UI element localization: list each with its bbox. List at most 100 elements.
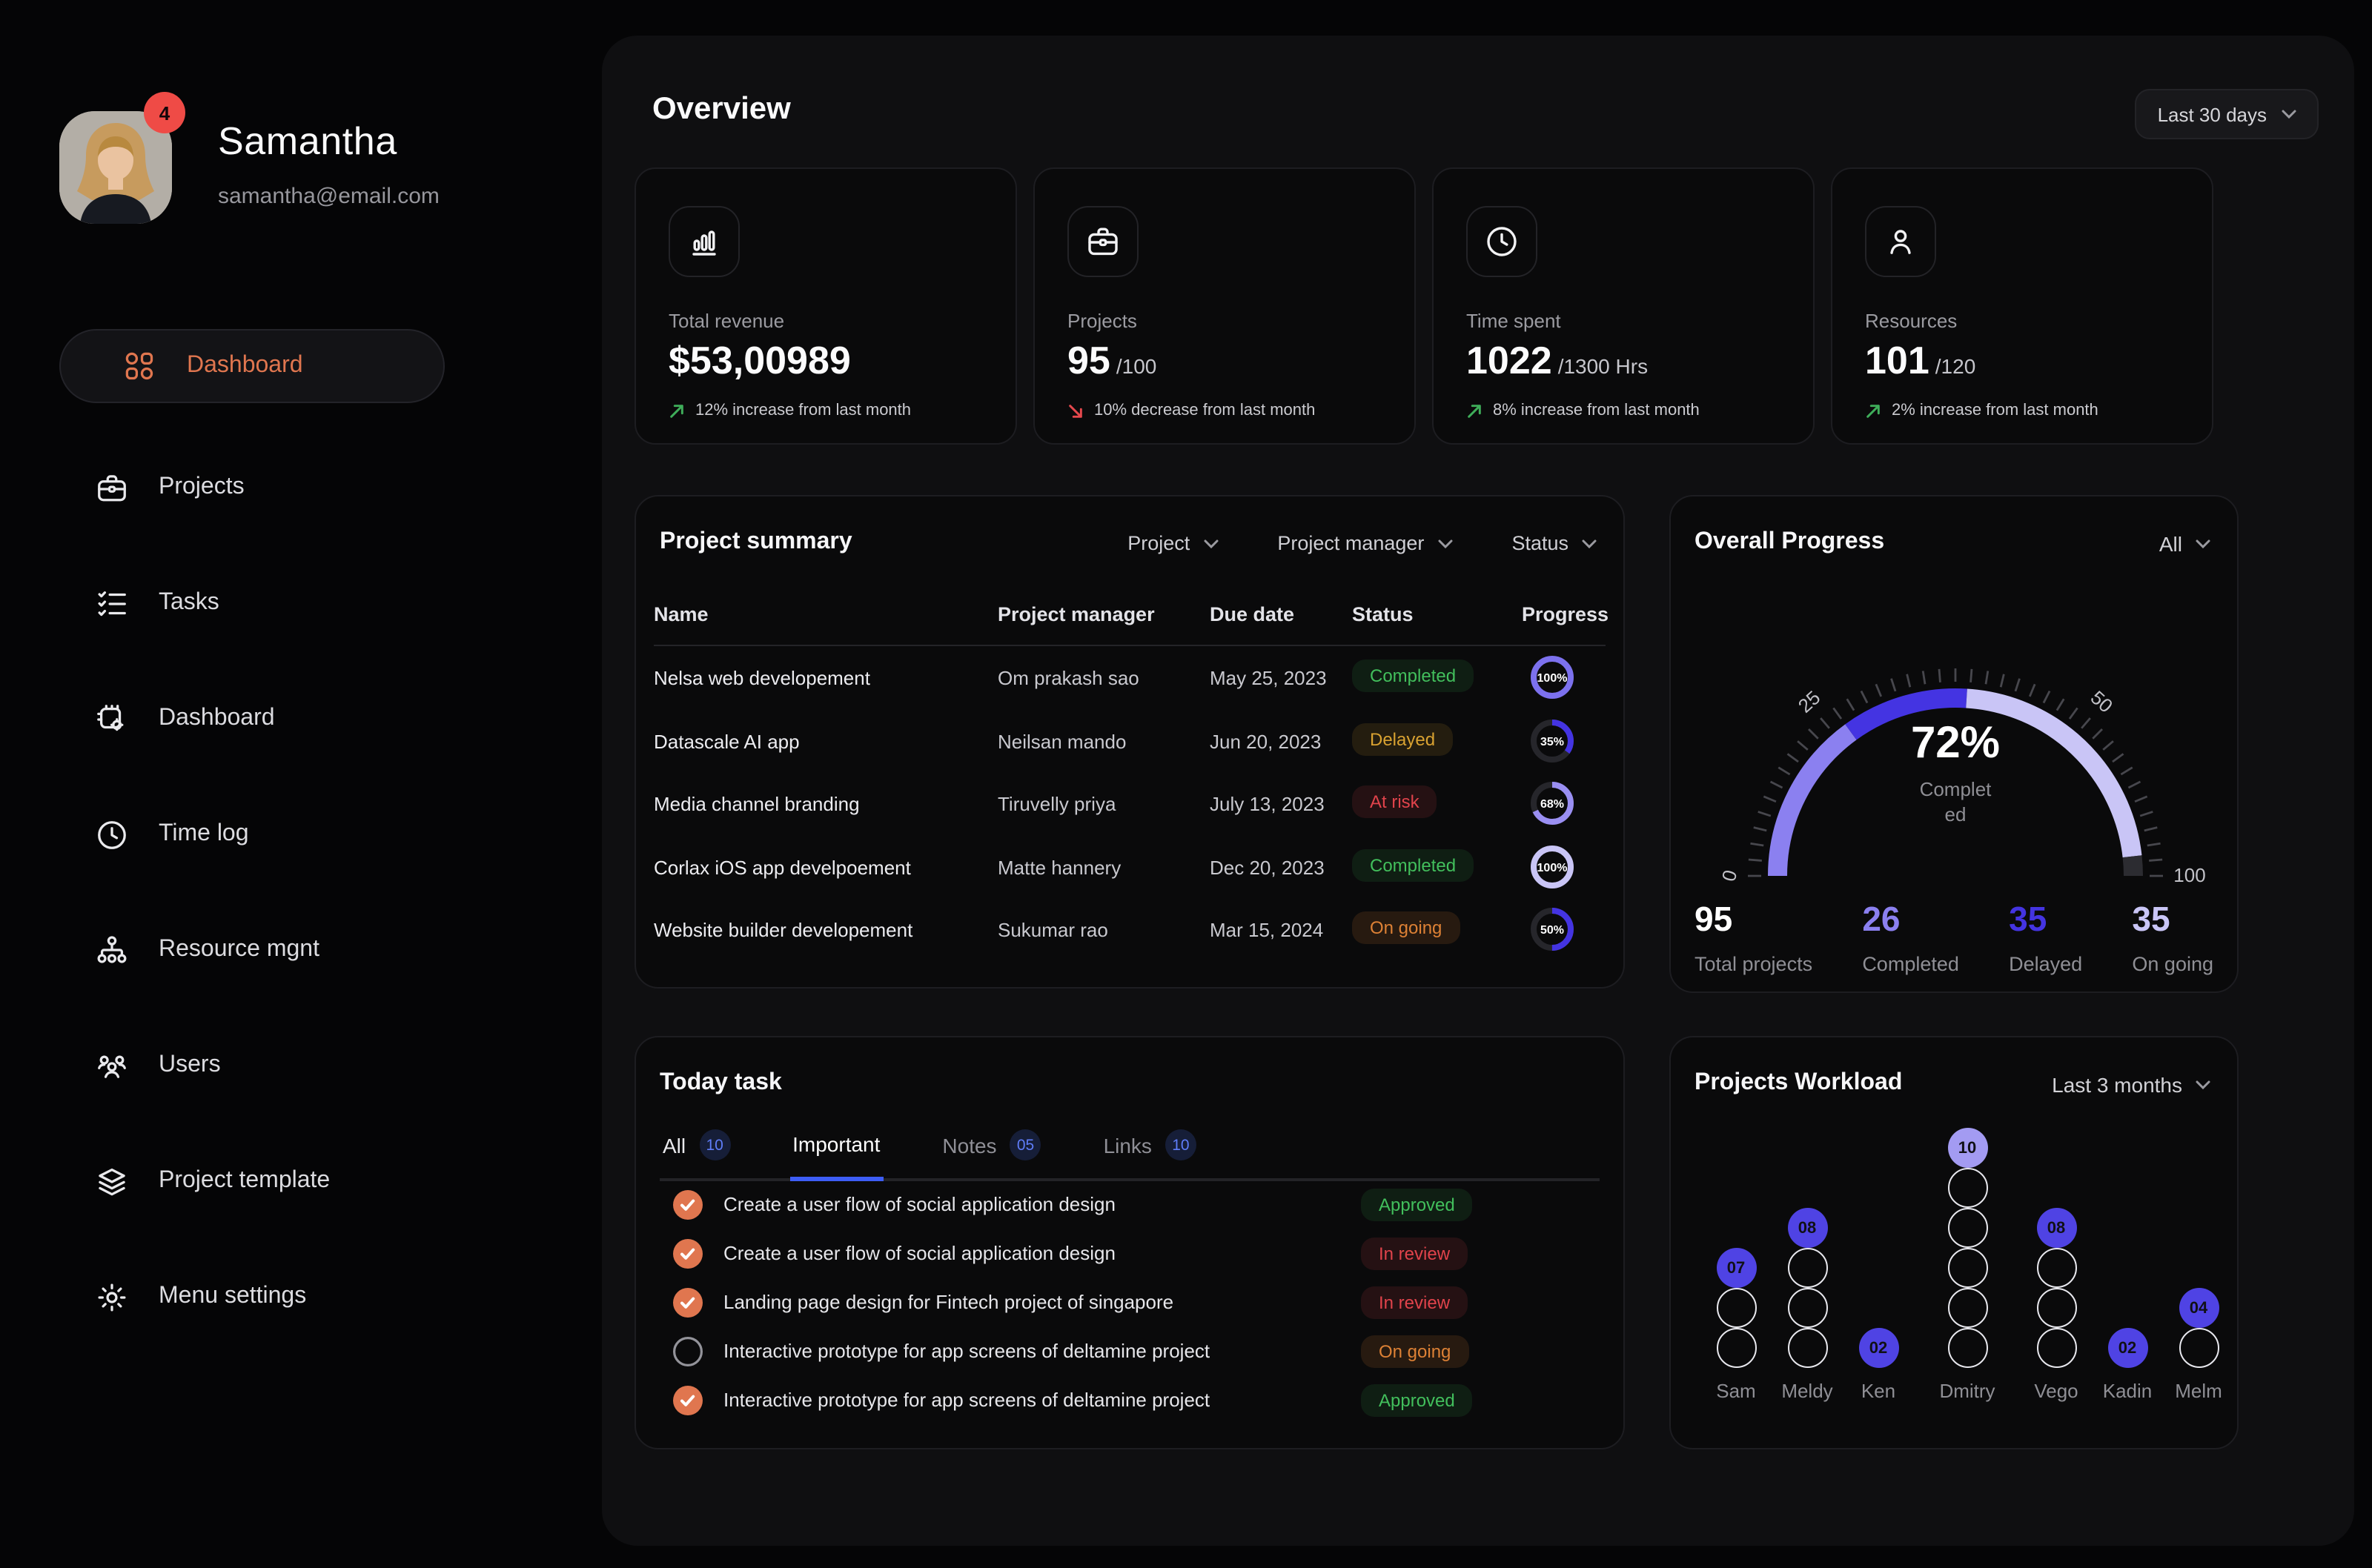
filter-project-manager[interactable]: Project manager	[1277, 532, 1452, 554]
progress-stat-label: Total projects	[1694, 953, 1812, 975]
stat-card-value: 1022/1300 Hrs	[1466, 338, 1648, 384]
table-row[interactable]: Website builder developementSukumar raoM…	[636, 899, 1623, 962]
sidebar-item-menu-settings[interactable]: Menu settings	[59, 1260, 445, 1334]
task-text: Create a user flow of social application…	[723, 1193, 1116, 1215]
column-header-progress: Progress	[1520, 603, 1609, 625]
overall-progress-panel: Overall Progress All 02550100 72% Comple…	[1669, 495, 2239, 993]
notification-badge[interactable]: 4	[144, 92, 185, 133]
stat-card-value: 101/120	[1865, 338, 1975, 384]
workload-column-vego[interactable]: 08Vego	[2012, 1208, 2101, 1433]
workload-circle	[1947, 1208, 1987, 1248]
task-row[interactable]: Interactive prototype for app screens of…	[660, 1375, 1603, 1424]
task-status-badge: In review	[1361, 1237, 1468, 1269]
progress-ring: 50%	[1528, 906, 1576, 954]
stat-card-label: Total revenue	[669, 310, 784, 332]
status-badge: Completed	[1352, 849, 1474, 882]
progress-stat-value: 35	[2132, 900, 2213, 940]
sidebar-item-dashboard[interactable]: Dashboard	[59, 682, 445, 756]
sidebar-item-resource-mgnt[interactable]: Resource mgnt	[59, 913, 445, 987]
workload-circle	[2036, 1248, 2076, 1288]
task-list: Create a user flow of social application…	[660, 1180, 1603, 1424]
progress-stat-value: 35	[2009, 900, 2082, 940]
sidebar-item-users[interactable]: Users	[59, 1029, 445, 1103]
task-row[interactable]: Interactive prototype for app screens of…	[660, 1326, 1603, 1375]
tab-label: Important	[792, 1132, 880, 1156]
workload-range-selector[interactable]: Last 3 months	[2052, 1073, 2210, 1097]
filter-status[interactable]: Status	[1511, 532, 1597, 554]
progress-ring: 35%	[1528, 717, 1576, 764]
task-row[interactable]: Landing page design for Fintech project …	[660, 1278, 1603, 1326]
column-header-name: Name	[654, 603, 709, 625]
cell-due-date: Mar 15, 2024	[1210, 920, 1323, 942]
workload-column-kadin[interactable]: 02Kadin	[2101, 1328, 2154, 1433]
workload-value-badge: 07	[1716, 1248, 1756, 1288]
overall-progress-filter[interactable]: All	[2159, 532, 2210, 556]
stat-cards: Total revenue$53,0098912% increase from …	[635, 167, 2213, 445]
stat-card-total-revenue[interactable]: Total revenue$53,0098912% increase from …	[635, 167, 1017, 445]
sidebar-item-project-template[interactable]: Project template	[59, 1144, 445, 1218]
stat-card-resources[interactable]: Resources 101/120 2% increase from last mo…	[1831, 167, 2213, 445]
tab-important[interactable]: Important	[789, 1120, 883, 1181]
progress-stat-delayed: 35 Delayed	[2009, 900, 2082, 975]
table-header: NameProject managerDue dateStatusProgres…	[636, 603, 1623, 636]
page-title: Overview	[652, 92, 791, 127]
task-checked-icon[interactable]	[672, 1286, 704, 1318]
workload-column-ken[interactable]: 02Ken	[1834, 1328, 1923, 1433]
sidebar-item-tasks[interactable]: Tasks	[59, 566, 445, 640]
workload-person-label: Ken	[1834, 1380, 1923, 1433]
tab-count-badge: 05	[1010, 1129, 1041, 1160]
task-checked-icon[interactable]	[672, 1188, 704, 1220]
gauge-scale-label: 50	[2087, 686, 2118, 717]
stat-card-change: 10% decrease from last month	[1067, 402, 1315, 419]
table-row[interactable]: Corlax iOS app develpoementMatte hannery…	[636, 836, 1623, 899]
sidebar-nav: Dashboard Projects Tasks Dashboard Time log R…	[59, 329, 445, 1375]
bar-chart-icon-box	[669, 206, 740, 277]
stat-card-label: Time spent	[1466, 310, 1561, 332]
cell-due-date: Jun 20, 2023	[1210, 730, 1321, 752]
sidebar-item-dashboard[interactable]: Dashboard	[59, 329, 445, 403]
filter-project[interactable]: Project	[1127, 532, 1218, 554]
stat-card-label: Resources	[1865, 310, 1957, 332]
clock-icon	[95, 817, 129, 851]
svg-text:68%: 68%	[1540, 798, 1564, 811]
table-body: Nelsa web developementOm prakash saoMay …	[636, 646, 1623, 962]
progress-ring-chart: 100%	[1528, 843, 1576, 891]
task-checked-icon[interactable]	[672, 1383, 704, 1416]
task-status-badge: On going	[1361, 1335, 1468, 1367]
workload-range-label: Last 3 months	[2052, 1073, 2182, 1097]
task-row[interactable]: Create a user flow of social application…	[660, 1180, 1603, 1229]
sidebar-item-projects[interactable]: Projects	[59, 451, 445, 525]
progress-stat-label: Delayed	[2009, 953, 2082, 975]
progress-stat-label: On going	[2132, 953, 2213, 975]
trend-down-icon	[1067, 402, 1084, 419]
column-header-due-date: Due date	[1210, 603, 1294, 625]
chip-icon	[95, 702, 129, 736]
workload-column-dmitry[interactable]: 10Dmitry	[1923, 1128, 2012, 1433]
range-selector-button[interactable]: Last 30 days	[2136, 89, 2319, 139]
task-unchecked-icon[interactable]	[672, 1335, 704, 1367]
workload-column-meldy[interactable]: 08Meldy	[1780, 1208, 1834, 1433]
clock-icon-box	[1466, 206, 1537, 277]
workload-column-melm[interactable]: 04Melm	[2154, 1288, 2243, 1433]
cell-due-date: July 13, 2023	[1210, 793, 1325, 815]
progress-ring-chart: 50%	[1528, 906, 1576, 954]
tab-all[interactable]: All10	[660, 1120, 733, 1178]
workload-column-sam[interactable]: 07Sam	[1692, 1248, 1780, 1433]
stat-card-time-spent[interactable]: Time spent1022/1300 Hrs8% increase from …	[1432, 167, 1815, 445]
sidebar-item-time-log[interactable]: Time log	[59, 797, 445, 871]
task-row[interactable]: Create a user flow of social application…	[660, 1229, 1603, 1278]
task-tabs: All10 Important Notes05 Links10	[660, 1120, 1600, 1181]
table-row[interactable]: Datascale AI appNeilsan mandoJun 20, 202…	[636, 709, 1623, 772]
table-row[interactable]: Nelsa web developementOm prakash saoMay …	[636, 646, 1623, 709]
stat-card-projects[interactable]: Projects95/10010% decrease from last mon…	[1033, 167, 1416, 445]
table-row[interactable]: Media channel brandingTiruvelly priyaJul…	[636, 772, 1623, 835]
chevron-down-icon	[2196, 1080, 2210, 1089]
projects-workload-title: Projects Workload	[1694, 1070, 1902, 1097]
tab-links[interactable]: Links10	[1101, 1120, 1199, 1178]
task-checked-icon[interactable]	[672, 1237, 704, 1269]
today-task-panel: Today task All10ImportantNotes05Links10 …	[635, 1036, 1625, 1449]
cell-project-manager: Matte hannery	[998, 857, 1121, 879]
progress-ring-chart: 35%	[1528, 717, 1576, 764]
tab-notes[interactable]: Notes05	[939, 1120, 1044, 1178]
stat-card-change-text: 2% increase from last month	[1892, 402, 2098, 419]
